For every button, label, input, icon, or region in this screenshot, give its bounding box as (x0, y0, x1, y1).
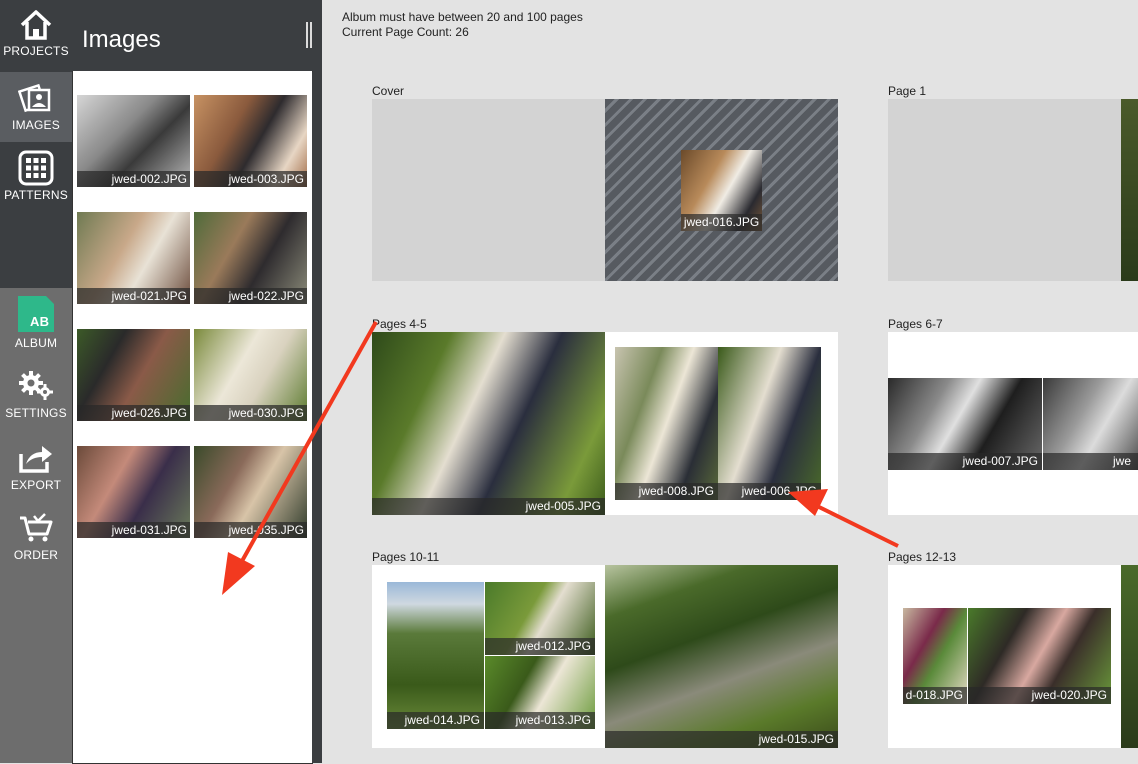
cart-icon (20, 513, 53, 542)
spread-photo[interactable]: d-018.JPG (903, 608, 967, 704)
image-thumb-caption: jwed-003.JPG (194, 171, 307, 187)
spread-photo[interactable]: jwed-008.JPG (615, 347, 718, 500)
patterns-icon (18, 150, 54, 186)
page1-right[interactable] (1121, 99, 1138, 281)
page-count-info: Album must have between 20 and 100 pages… (342, 10, 583, 40)
left-nav: PROJECTS IMAGES PATTERNS AB ALBUM SETTIN… (0, 0, 72, 763)
spread-photo-caption: jwe (1043, 453, 1138, 470)
nav-export-label: EXPORT (10, 478, 62, 492)
images-icon (18, 83, 51, 113)
nav-images[interactable]: IMAGES (0, 72, 72, 142)
panel-edge-top (312, 0, 322, 72)
album-icon: AB (18, 296, 54, 332)
spread-photo-caption: jwed-014.JPG (387, 712, 484, 729)
image-thumb-caption: jwed-035.JPG (194, 522, 307, 538)
image-thumb[interactable]: jwed-021.JPG (77, 212, 190, 304)
spread-label: Pages 12-13 (888, 550, 957, 564)
image-thumb[interactable]: jwed-026.JPG (77, 329, 190, 421)
nav-order-label: ORDER (13, 548, 59, 562)
image-thumb[interactable]: jwed-030.JPG (194, 329, 307, 421)
images-panel-header: Images (72, 0, 322, 72)
home-icon (20, 10, 52, 40)
image-thumb-caption: jwed-021.JPG (77, 288, 190, 304)
cover-left-page[interactable] (372, 99, 605, 281)
page1-left[interactable] (888, 99, 1121, 281)
image-thumb[interactable]: jwed-022.JPG (194, 212, 307, 304)
image-thumb[interactable]: jwed-031.JPG (77, 446, 190, 538)
album-icon-badge: AB (30, 314, 49, 329)
spread-label: Pages 4-5 (372, 317, 427, 331)
image-thumb[interactable]: jwed-002.JPG (77, 95, 190, 187)
spread-photo-caption: jwed-015.JPG (605, 731, 838, 748)
image-thumb-caption: jwed-026.JPG (77, 405, 190, 421)
spread-photo-caption: jwed-012.JPG (485, 638, 595, 655)
panel-edge (312, 72, 322, 763)
spread-photo[interactable]: jwe (1043, 378, 1138, 470)
nav-settings[interactable]: SETTINGS (0, 370, 72, 428)
nav-projects-label: PROJECTS (3, 44, 69, 58)
image-thumb-caption: jwed-002.JPG (77, 171, 190, 187)
current-page-count: Current Page Count: 26 (342, 25, 469, 39)
spread-label: Pages 10-11 (372, 550, 440, 564)
spread-photo-caption: jwed-013.JPG (485, 712, 595, 729)
spread-photo-caption: jwed-016.JPG (681, 214, 762, 231)
spread-label: Pages 6-7 (888, 317, 943, 331)
image-thumb[interactable]: jwed-003.JPG (194, 95, 307, 187)
spread-photo[interactable]: jwed-005.JPG (372, 332, 605, 515)
spread-4-5[interactable]: jwed-005.JPG jwed-008.JPG jwed-006.JPG (372, 332, 838, 515)
image-thumb-caption: jwed-030.JPG (194, 405, 307, 421)
nav-album[interactable]: AB ALBUM (0, 294, 72, 356)
nav-projects[interactable]: PROJECTS (0, 8, 72, 68)
nav-export[interactable]: EXPORT (0, 442, 72, 500)
spread-photo[interactable]: jwed-014.JPG (387, 582, 484, 729)
spread-photo-caption: jwed-007.JPG (888, 453, 1042, 470)
spread-photo[interactable]: jwed-012.JPG (485, 582, 595, 655)
spread-photo-edge (1121, 565, 1138, 748)
export-icon (19, 446, 52, 473)
images-panel-title: Images (82, 26, 161, 53)
cover-right-page[interactable]: jwed-016.JPG (605, 99, 838, 281)
images-panel: jwed-002.JPG jwed-003.JPG jwed-021.JPG j… (72, 71, 313, 764)
spread-6-7[interactable]: jwed-007.JPG jwe (888, 332, 1138, 515)
spread-photo[interactable]: jwed-007.JPG (888, 378, 1042, 470)
spread-photo-caption: jwed-006.JPG (718, 483, 821, 500)
nav-album-label: ALBUM (14, 336, 58, 350)
spread-photo-caption: jwed-020.JPG (968, 687, 1111, 704)
spread-photo[interactable]: jwed-020.JPG (968, 608, 1111, 704)
spread-label: Cover (372, 84, 405, 98)
gears-icon (19, 371, 53, 400)
spread-photo-caption: jwed-008.JPG (615, 483, 718, 500)
spread-label: Page 1 (888, 84, 927, 98)
nav-settings-label: SETTINGS (5, 406, 67, 420)
nav-order[interactable]: ORDER (0, 512, 72, 570)
nav-patterns-label: PATTERNS (4, 188, 68, 202)
spread-photo[interactable]: jwed-013.JPG (485, 656, 595, 729)
spread-photo-caption: jwed-005.JPG (372, 498, 605, 515)
spread-photo[interactable]: jwed-006.JPG (718, 347, 821, 500)
spread-photo[interactable]: jwed-015.JPG (605, 565, 838, 748)
nav-images-label: IMAGES (12, 118, 60, 132)
image-thumb[interactable]: jwed-035.JPG (194, 446, 307, 538)
spread-photo[interactable]: jwed-016.JPG (681, 150, 762, 231)
spread-12-13[interactable]: d-018.JPG jwed-020.JPG (888, 565, 1138, 748)
image-thumb-caption: jwed-022.JPG (194, 288, 307, 304)
spread-10-11[interactable]: jwed-012.JPG jwed-014.JPG jwed-013.JPG j… (372, 565, 838, 748)
image-thumb-caption: jwed-031.JPG (77, 522, 190, 538)
nav-patterns[interactable]: PATTERNS (0, 150, 72, 212)
spread-photo-caption: d-018.JPG (903, 687, 967, 704)
page-range-note: Album must have between 20 and 100 pages (342, 10, 583, 24)
